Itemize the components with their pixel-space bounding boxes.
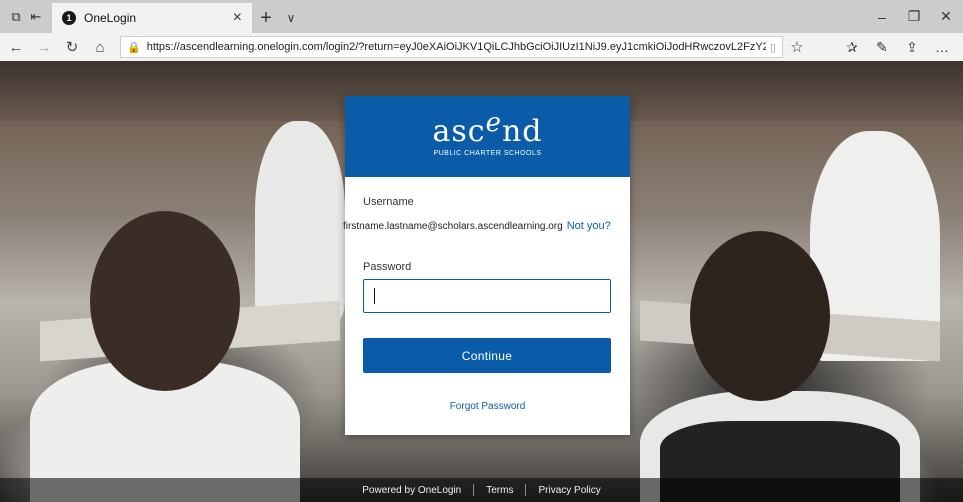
login-card: ascend PUBLIC CHARTER SCHOOLS Username f… [343, 96, 630, 435]
tab-actions-icon[interactable]: ⧉ [6, 0, 26, 33]
terms-link[interactable]: Terms [486, 485, 513, 496]
password-label: Password [363, 261, 412, 273]
page-footer: Powered by OneLogin Terms Privacy Policy [0, 478, 963, 502]
tab-close-icon[interactable]: × [233, 9, 242, 27]
add-favorite-star-icon[interactable]: ☆ [783, 33, 811, 61]
student-figure [90, 211, 240, 391]
not-you-link[interactable]: Not you? [567, 220, 611, 232]
footer-divider [473, 484, 475, 496]
powered-by-onelogin-link[interactable]: Powered by OneLogin [362, 485, 461, 496]
restore-button[interactable]: ❐ [898, 0, 930, 33]
text-caret [374, 288, 375, 304]
tab-list-chevron-icon[interactable]: ∨ [280, 3, 302, 33]
favorites-hub-icon[interactable]: ✰ [837, 33, 867, 61]
reading-view-icon[interactable]: ▯ [770, 41, 776, 54]
address-bar[interactable]: 🔒 https://ascendlearning.onelogin.com/lo… [120, 36, 783, 58]
forward-button[interactable]: → [30, 33, 58, 61]
continue-button[interactable]: Continue [363, 338, 611, 373]
logo-subtitle: PUBLIC CHARTER SCHOOLS [433, 149, 542, 157]
share-icon[interactable]: ⇪ [897, 33, 927, 61]
lock-icon: 🔒 [127, 41, 141, 54]
browser-titlebar: ⧉ ⇤ 1 OneLogin × + ∨ – ❐ ✕ [0, 0, 963, 33]
tab-onelogin[interactable]: 1 OneLogin × [52, 3, 252, 33]
onelogin-favicon-icon: 1 [62, 11, 76, 25]
refresh-button[interactable]: ↻ [58, 33, 86, 61]
ascend-logo-header: ascend PUBLIC CHARTER SCHOOLS [345, 96, 630, 177]
footer-divider [525, 484, 527, 496]
new-tab-button[interactable]: + [252, 3, 280, 33]
username-value: firstname.lastname@scholars.ascendlearni… [343, 221, 563, 232]
close-window-button[interactable]: ✕ [930, 0, 962, 33]
home-button[interactable]: ⌂ [86, 33, 114, 61]
username-row: firstname.lastname@scholars.ascendlearni… [343, 220, 611, 232]
url-text: https://ascendlearning.onelogin.com/logi… [146, 41, 766, 53]
student-figure [690, 231, 830, 401]
minimize-button[interactable]: – [866, 0, 898, 33]
password-input[interactable] [363, 279, 611, 313]
back-button[interactable]: ← [2, 33, 30, 61]
student-figure [255, 121, 345, 321]
privacy-policy-link[interactable]: Privacy Policy [538, 485, 600, 496]
tab-title: OneLogin [84, 11, 137, 25]
web-note-pen-icon[interactable]: ✎ [867, 33, 897, 61]
set-aside-tabs-icon[interactable]: ⇤ [26, 0, 46, 33]
forgot-password-link[interactable]: Forgot Password [345, 401, 630, 412]
ascend-logo: ascend [432, 107, 543, 149]
browser-navbar: ← → ↻ ⌂ 🔒 https://ascendlearning.onelogi… [0, 33, 963, 61]
more-options-icon[interactable]: … [927, 33, 957, 61]
username-label: Username [363, 196, 414, 208]
